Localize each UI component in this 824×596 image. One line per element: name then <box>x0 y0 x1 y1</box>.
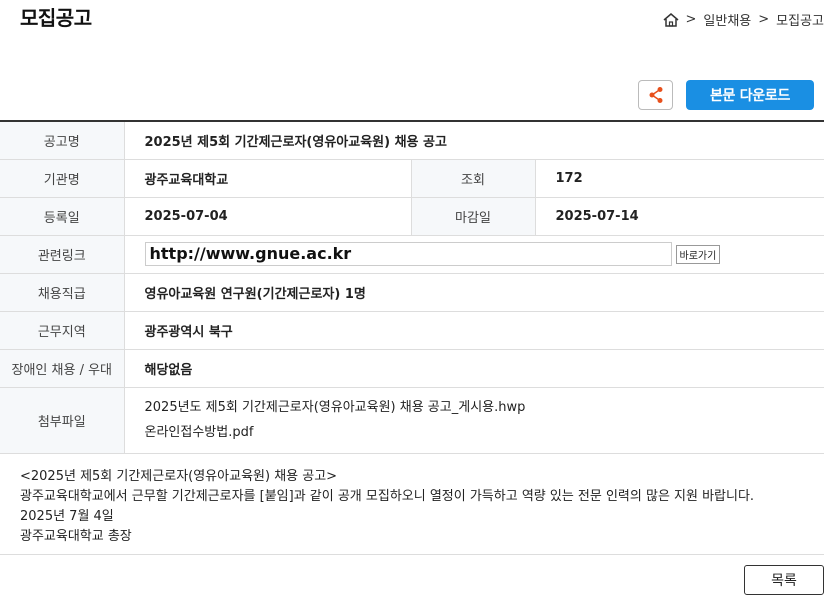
body-heading: <2025년 제5회 기간제근로자(영유아교육원) 채용 공고> <box>20 469 338 484</box>
views-label: 조회 <box>411 159 536 198</box>
post-info-table: 공고명 2025년 제5회 기간제근로자(영유아교육원) 채용 공고 기관명 광… <box>0 120 824 454</box>
region-value: 광주광역시 북구 <box>124 311 824 350</box>
breadcrumb: > 일반채용 > 모집공고 <box>662 10 824 29</box>
deadline-label: 마감일 <box>411 197 536 236</box>
table-row: 기관명 광주교육대학교 조회 172 <box>0 159 824 198</box>
org-label: 기관명 <box>0 159 125 198</box>
views-value: 172 <box>535 159 824 198</box>
list-button[interactable]: 목록 <box>744 565 824 595</box>
breadcrumb-item-notice[interactable]: 모집공고 <box>776 10 824 29</box>
title-label: 공고명 <box>0 121 125 160</box>
region-label: 근무지역 <box>0 311 125 350</box>
job-value: 영유아교육원 연구원(기간제근로자) 1명 <box>124 273 824 312</box>
page-title: 모집공고 <box>20 6 92 30</box>
disabled-value: 해당없음 <box>124 349 824 388</box>
table-row: 채용직급 영유아교육원 연구원(기간제근로자) 1명 <box>0 273 824 312</box>
attachment-hwp-link[interactable]: 2025년도 제5회 기간제근로자(영유아교육원) 채용 공고_게시용.hwp <box>145 395 805 420</box>
table-row: 첨부파일 2025년도 제5회 기간제근로자(영유아교육원) 채용 공고_게시용… <box>0 387 824 454</box>
table-row: 장애인 채용 / 우대 해당없음 <box>0 349 824 388</box>
post-title: 2025년 제5회 기간제근로자(영유아교육원) 채용 공고 <box>124 121 824 160</box>
breadcrumb-item-recruit[interactable]: 일반채용 <box>703 10 751 29</box>
body-paragraph: 광주교육대학교에서 근무할 기간제근로자를 [붙임]과 같이 공개 모집하오니 … <box>20 489 755 504</box>
breadcrumb-separator: > <box>685 12 697 27</box>
attachment-pdf-link[interactable]: 온라인접수방법.pdf <box>145 420 805 445</box>
reg-date-label: 등록일 <box>0 197 125 236</box>
reg-date-value: 2025-07-04 <box>124 197 412 236</box>
job-label: 채용직급 <box>0 273 125 312</box>
table-row: 근무지역 광주광역시 북구 <box>0 311 824 350</box>
disabled-label: 장애인 채용 / 우대 <box>0 349 125 388</box>
share-button[interactable] <box>638 80 673 110</box>
org-value: 광주교육대학교 <box>124 159 412 198</box>
post-body: <2025년 제5회 기간제근로자(영유아교육원) 채용 공고> 광주교육대학교… <box>0 458 824 555</box>
related-link-field[interactable]: http://www.gnue.ac.kr <box>144 242 672 266</box>
home-icon[interactable] <box>662 12 680 28</box>
download-button[interactable]: 본문 다운로드 <box>686 80 814 110</box>
body-date: 2025년 7월 4일 <box>20 509 114 524</box>
link-label: 관련링크 <box>0 235 125 274</box>
body-signature: 광주교육대학교 총장 <box>20 529 132 544</box>
table-row: 공고명 2025년 제5회 기간제근로자(영유아교육원) 채용 공고 <box>0 121 824 160</box>
table-row: 등록일 2025-07-04 마감일 2025-07-14 <box>0 197 824 236</box>
share-icon <box>649 87 662 103</box>
deadline-value: 2025-07-14 <box>535 197 824 236</box>
table-row: 관련링크 http://www.gnue.ac.kr 바로가기 <box>0 235 824 274</box>
go-link-button[interactable]: 바로가기 <box>675 244 721 264</box>
breadcrumb-separator: > <box>758 12 770 27</box>
files-label: 첨부파일 <box>0 387 125 454</box>
